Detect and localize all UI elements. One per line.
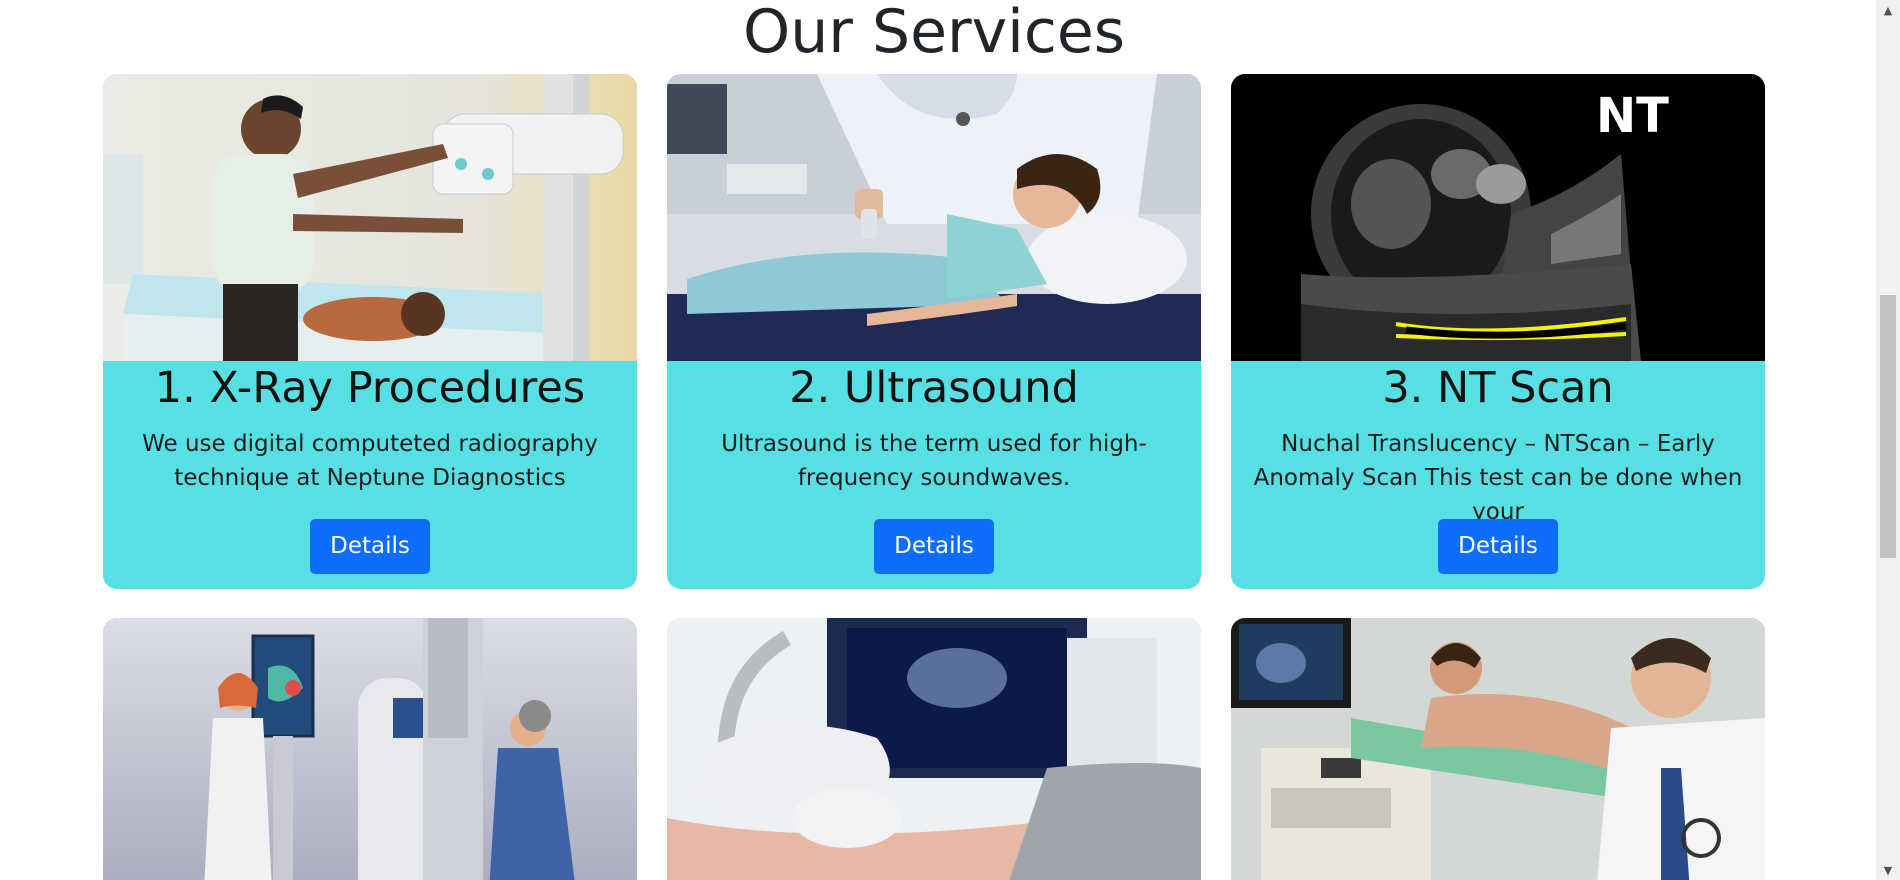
service-card-ultrasound-probe bbox=[667, 618, 1201, 880]
service-card-ultrasound: 2. Ultrasound Ultrasound is the term use… bbox=[667, 74, 1201, 589]
service-card-nt-scan: NT 3. NT Scan Nuchal Translucency – NTSc… bbox=[1231, 74, 1765, 589]
services-page: Our Services 1. X-Ray Procedures We use … bbox=[0, 0, 1900, 880]
card-text: We use digital computeted radiography te… bbox=[142, 431, 598, 491]
ultrasound-probe-image bbox=[667, 618, 1201, 880]
xray-machine-image bbox=[103, 74, 637, 361]
ultrasound-child-image bbox=[667, 74, 1201, 361]
echocardiography-image bbox=[1231, 618, 1765, 880]
card-body: 3. NT Scan Nuchal Translucency – NTScan … bbox=[1231, 363, 1765, 574]
details-button[interactable]: Details bbox=[310, 519, 430, 574]
scrollbar-thumb[interactable] bbox=[1880, 295, 1896, 558]
details-button[interactable]: Details bbox=[874, 519, 994, 574]
scroll-down-arrow-icon[interactable]: ▼ bbox=[1876, 860, 1900, 880]
card-body: 2. Ultrasound Ultrasound is the term use… bbox=[667, 363, 1201, 574]
scroll-up-arrow-icon[interactable]: ▲ bbox=[1876, 0, 1900, 20]
vertical-scrollbar[interactable]: ▲ ▼ bbox=[1876, 0, 1900, 880]
mammography-image bbox=[103, 618, 637, 880]
service-card-echocardiography bbox=[1231, 618, 1765, 880]
card-body: 1. X-Ray Procedures We use digital compu… bbox=[103, 363, 637, 574]
service-card-xray: 1. X-Ray Procedures We use digital compu… bbox=[103, 74, 637, 589]
card-title: 2. Ultrasound bbox=[789, 363, 1079, 413]
card-text: Nuchal Translucency – NTScan – Early Ano… bbox=[1253, 431, 1743, 525]
nt-label: NT bbox=[1596, 88, 1669, 144]
section-title: Our Services bbox=[742, 0, 1125, 67]
nt-scan-image: NT bbox=[1231, 74, 1765, 361]
card-text: Ultrasound is the term used for high-fre… bbox=[721, 431, 1147, 491]
service-card-mammography bbox=[103, 618, 637, 880]
card-title: 1. X-Ray Procedures bbox=[154, 363, 586, 413]
details-button[interactable]: Details bbox=[1438, 519, 1558, 574]
card-title: 3. NT Scan bbox=[1382, 363, 1614, 413]
